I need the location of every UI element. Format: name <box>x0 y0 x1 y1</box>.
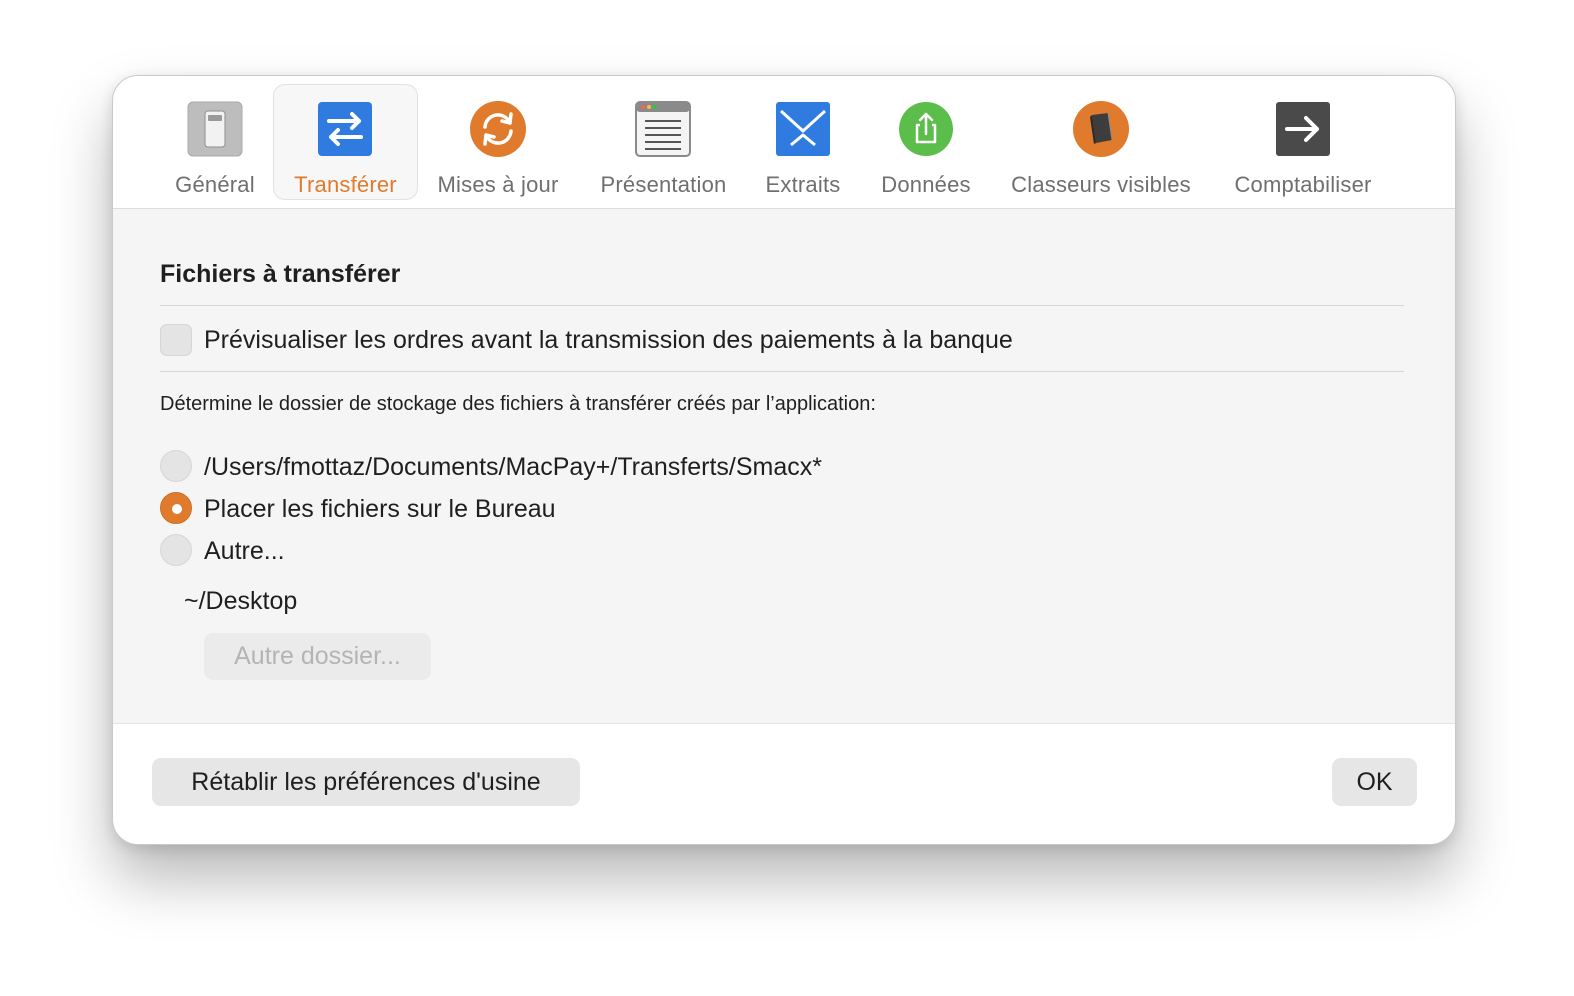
share-icon <box>897 100 955 158</box>
ok-button[interactable]: OK <box>1332 758 1417 806</box>
other-folder-button[interactable]: Autre dossier... <box>204 633 431 680</box>
radio-label-desktop[interactable]: Placer les fichiers sur le Bureau <box>204 495 556 524</box>
radio-desktop[interactable] <box>160 492 192 524</box>
tab-mises-a-jour[interactable]: Mises à jour <box>428 76 568 209</box>
radio-label-other[interactable]: Autre... <box>204 537 285 566</box>
tab-label: Transférer <box>294 172 397 197</box>
tab-classeurs-visibles[interactable]: Classeurs visibles <box>1001 76 1201 209</box>
preferences-window: Général Transférer Mises à jour Présenta… <box>112 75 1456 845</box>
tab-donnees[interactable]: Données <box>871 76 981 209</box>
radio-other[interactable] <box>160 534 192 566</box>
tab-label: Général <box>175 172 255 197</box>
transfer-arrows-icon <box>316 100 374 158</box>
tab-presentation[interactable]: Présentation <box>591 76 736 209</box>
radio-default-path[interactable] <box>160 450 192 482</box>
tab-label: Classeurs visibles <box>1011 172 1191 197</box>
tab-transferer[interactable]: Transférer <box>273 76 418 209</box>
tab-general[interactable]: Général <box>165 76 265 209</box>
refresh-icon <box>469 100 527 158</box>
description-text: Détermine le dossier de stockage des fic… <box>160 393 876 415</box>
current-path: ~/Desktop <box>184 587 298 615</box>
tab-label: Données <box>881 172 971 197</box>
divider <box>160 371 1404 372</box>
preview-checkbox[interactable] <box>160 324 192 356</box>
switch-icon <box>186 100 244 158</box>
list-window-icon <box>634 100 692 158</box>
book-icon <box>1072 100 1130 158</box>
footer-bar: Rétablir les préférences d'usine OK <box>113 723 1455 844</box>
tab-extraits[interactable]: Extraits <box>753 76 853 209</box>
radio-label-default-path[interactable]: /Users/fmottaz/Documents/MacPay+/Transfe… <box>204 453 822 482</box>
tab-comptabiliser[interactable]: Comptabiliser <box>1223 76 1383 209</box>
reset-defaults-button[interactable]: Rétablir les préférences d'usine <box>152 758 580 806</box>
tab-label: Mises à jour <box>437 172 559 197</box>
envelope-icon <box>774 100 832 158</box>
tab-label: Présentation <box>600 172 727 197</box>
preferences-toolbar: Général Transférer Mises à jour Présenta… <box>113 76 1455 209</box>
divider <box>160 305 1404 306</box>
tab-label: Extraits <box>765 172 841 197</box>
tab-label: Comptabiliser <box>1234 172 1372 197</box>
section-title: Fichiers à transférer <box>160 260 401 288</box>
arrow-right-icon <box>1274 100 1332 158</box>
preview-checkbox-label[interactable]: Prévisualiser les ordres avant la transm… <box>204 326 1013 355</box>
